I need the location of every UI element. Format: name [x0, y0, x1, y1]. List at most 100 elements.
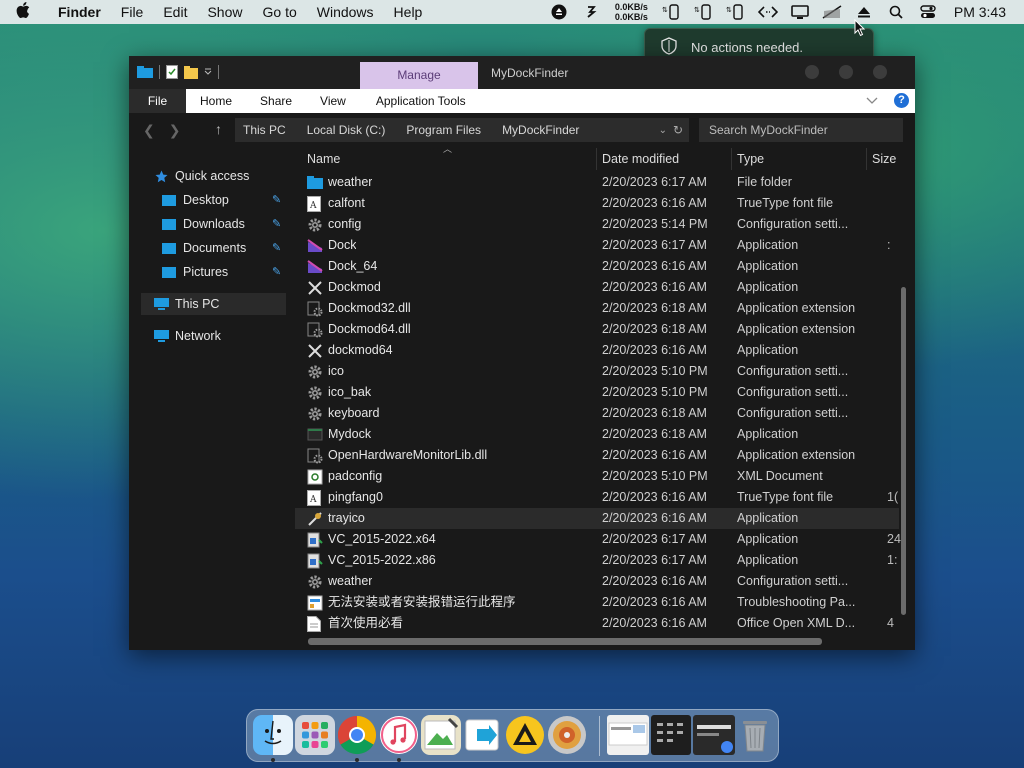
forward-arrow-icon[interactable]: ❯ [169, 122, 181, 139]
file-row[interactable]: Mydock 2/20/2023 6:18 AM Application [295, 424, 899, 445]
tab-manage[interactable]: Manage [360, 62, 478, 89]
file-row[interactable]: Dock_64 2/20/2023 6:16 AM Application [295, 256, 899, 277]
column-name[interactable]: Name [307, 148, 340, 170]
remote-app-icon[interactable] [463, 715, 503, 755]
menu-show[interactable]: Show [197, 4, 252, 20]
file-row[interactable]: Dock 2/20/2023 6:17 AM Application: [295, 235, 899, 256]
chrome-icon[interactable] [337, 715, 377, 755]
monitor-icon[interactable] [789, 4, 811, 20]
finder-icon[interactable] [253, 715, 293, 755]
file-row[interactable]: VC_2015-2022.x64 2/20/2023 6:17 AM Applica… [295, 529, 901, 550]
battery-3-icon[interactable]: ⇅ [725, 4, 747, 20]
file-row[interactable]: padconfig 2/20/2023 5:10 PM XML Document [295, 466, 899, 487]
nav-pictures[interactable]: Pictures [161, 261, 228, 283]
back-arrow-icon[interactable]: ❮ [143, 122, 155, 139]
folder-icon[interactable] [137, 66, 153, 78]
file-row[interactable]: 首次使用必看 2/20/2023 6:16 AM Office Open XML D… [295, 613, 899, 634]
minimize-button[interactable] [805, 65, 819, 79]
chevron-down-icon[interactable] [204, 68, 212, 76]
nav-downloads[interactable]: Downloads [161, 213, 245, 235]
window-thumb-1[interactable] [607, 715, 649, 755]
chevron-down-icon[interactable]: ⌄ [659, 125, 667, 136]
help-icon[interactable]: ? [894, 93, 909, 108]
close-button[interactable] [873, 65, 887, 79]
pin-icon[interactable]: ✎ [272, 193, 281, 206]
eject-circle-icon[interactable] [548, 4, 570, 20]
file-row[interactable]: Dockmod64.dll 2/20/2023 6:18 AM Applicatio… [295, 319, 899, 340]
column-divider[interactable] [596, 148, 597, 170]
column-type[interactable]: Type [737, 148, 764, 170]
window-thumb-3[interactable] [693, 715, 735, 755]
tab-home[interactable]: Home [186, 89, 246, 113]
file-row[interactable]: ico_bak 2/20/2023 5:10 PM Configuration se… [295, 382, 899, 403]
column-date-modified[interactable]: Date modified [602, 148, 679, 170]
column-divider[interactable] [731, 148, 732, 170]
code-arrows-icon[interactable] [757, 4, 779, 20]
file-row[interactable]: OpenHardwareMonitorLib.dll 2/20/2023 6:16… [295, 445, 899, 466]
vertical-scrollbar[interactable] [901, 287, 906, 615]
image-editor-icon[interactable] [421, 715, 461, 755]
menu-windows[interactable]: Windows [307, 4, 384, 20]
file-row[interactable]: keyboard 2/20/2023 6:18 AM Configuration s… [295, 403, 899, 424]
apple-icon[interactable] [16, 2, 46, 22]
expand-ribbon-icon[interactable] [866, 97, 878, 105]
breadcrumb-local-disk[interactable]: Local Disk (C:) [286, 123, 386, 137]
control-center-icon[interactable] [917, 4, 939, 20]
file-row[interactable]: weather 2/20/2023 6:16 AM Configuration se… [295, 571, 899, 592]
menu-file[interactable]: File [111, 4, 154, 20]
file-row[interactable]: ico 2/20/2023 5:10 PM Configuration setti.… [295, 361, 899, 382]
battery-2-icon[interactable]: ⇅ [693, 4, 715, 20]
window-thumb-2[interactable] [651, 715, 691, 755]
file-row[interactable]: Acalfont 2/20/2023 6:16 AM TrueType font f… [295, 193, 899, 214]
refresh-icon[interactable]: ↻ [673, 123, 683, 137]
file-row[interactable]: dockmod64 2/20/2023 6:16 AM Application [295, 340, 899, 361]
breadcrumb-this-pc[interactable]: This PC [235, 123, 286, 137]
file-row[interactable]: config 2/20/2023 5:14 PM Configuration set… [295, 214, 899, 235]
properties-icon[interactable] [166, 65, 178, 79]
sync-icon[interactable] [580, 4, 602, 20]
tab-share[interactable]: Share [246, 89, 306, 113]
menu-edit[interactable]: Edit [153, 4, 197, 20]
column-divider[interactable] [866, 148, 867, 170]
menubar-clock[interactable]: PM 3:43 [954, 4, 1006, 20]
file-row[interactable]: Apingfang0 2/20/2023 6:16 AM TrueType font… [295, 487, 899, 508]
nav-quick-access[interactable]: Quick access [153, 165, 249, 187]
new-folder-icon[interactable] [184, 65, 198, 79]
nav-documents[interactable]: Documents [161, 237, 246, 259]
wifi-off-icon[interactable] [821, 4, 843, 20]
search-input[interactable]: Search MyDockFinder [699, 118, 903, 142]
nav-desktop[interactable]: Desktop [161, 189, 229, 211]
file-row[interactable]: 无法安装或者安装报错运行此程序 2/20/2023 6:16 AM Troubles… [295, 592, 899, 613]
tab-view[interactable]: View [306, 89, 360, 113]
dvd-icon[interactable] [547, 715, 587, 755]
itunes-icon[interactable] [379, 715, 419, 755]
file-row[interactable]: Dockmod32.dll 2/20/2023 6:18 AM Applicatio… [295, 298, 899, 319]
horizontal-scrollbar[interactable] [308, 638, 822, 645]
address-bar[interactable]: This PC Local Disk (C:) Program Files My… [235, 118, 689, 142]
file-row[interactable]: weather 2/20/2023 6:17 AM File folder [295, 172, 899, 193]
menu-app-finder[interactable]: Finder [46, 4, 111, 20]
tab-file[interactable]: File [129, 89, 186, 113]
tab-application-tools[interactable]: Application Tools [362, 89, 480, 113]
pin-icon[interactable]: ✎ [272, 265, 281, 278]
column-size[interactable]: Size [872, 148, 896, 170]
trash-icon[interactable] [737, 715, 773, 755]
search-icon[interactable] [885, 4, 907, 20]
pin-icon[interactable]: ✎ [272, 217, 281, 230]
archive-icon[interactable] [505, 715, 545, 755]
up-arrow-icon[interactable]: ↑ [215, 121, 222, 137]
nav-this-pc[interactable]: This PC [141, 293, 286, 315]
file-row[interactable]: trayico 2/20/2023 6:16 AM Application [295, 508, 899, 529]
breadcrumb-program-files[interactable]: Program Files [385, 123, 481, 137]
menu-help[interactable]: Help [384, 4, 433, 20]
file-row[interactable]: Dockmod 2/20/2023 6:16 AM Application [295, 277, 899, 298]
nav-network[interactable]: Network [153, 325, 221, 347]
maximize-button[interactable] [839, 65, 853, 79]
file-row[interactable]: VC_2015-2022.x86 2/20/2023 6:17 AM Applica… [295, 550, 899, 571]
battery-1-icon[interactable]: ⇅ [661, 4, 683, 20]
launchpad-icon[interactable] [295, 715, 335, 755]
menu-go-to[interactable]: Go to [253, 4, 307, 20]
eject-icon[interactable] [853, 4, 875, 20]
pin-icon[interactable]: ✎ [272, 241, 281, 254]
breadcrumb-mydockfinder[interactable]: MyDockFinder [481, 123, 579, 137]
